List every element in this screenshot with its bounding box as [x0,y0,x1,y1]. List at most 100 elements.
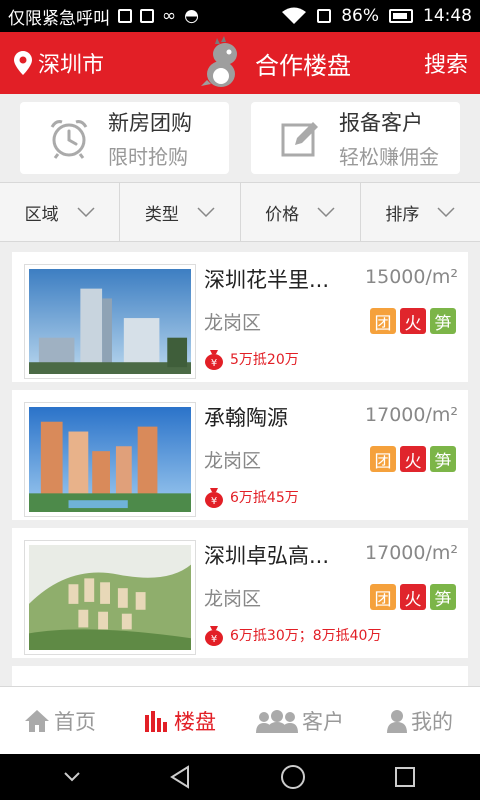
report-client-card[interactable]: 报备客户 轻松赚佣金 [251,102,460,174]
listing-price: 17000/m² [365,542,458,564]
listing-photo [24,402,196,517]
nav-home[interactable]: 首页 [0,687,120,754]
deal-text: 6万抵30万；8万抵40万 [230,628,382,644]
group-buy-tag: 团 [370,308,396,334]
group-buy-text: 新房团购 限时抢购 [108,107,192,170]
bargain-tag: 笋 [430,446,456,472]
listing-photo [24,264,196,379]
listing-name: 深圳卓弘高... [204,544,330,568]
hot-tag: 火 [400,308,426,334]
listing-tags: 团 火 笋 [370,308,456,334]
listing-tags: 团 火 笋 [370,584,456,610]
filter-price-label: 价格 [265,204,300,225]
group-buy-title: 新房团购 [108,110,192,135]
page-title: 合作楼盘 [255,51,351,80]
filter-sort[interactable]: 排序 [361,183,480,241]
android-notification-icon: ◓ [184,6,200,26]
wifi-icon [281,7,307,25]
deal-text: 6万抵45万 [230,490,299,506]
dinosaur-mascot-icon [201,36,237,87]
bottom-nav: 首页 楼盘 客户 我的 [0,686,480,754]
person-icon [387,709,407,733]
sim-notification-icon [140,9,154,23]
filter-area-label: 区域 [24,204,59,225]
home-circle-icon[interactable] [280,764,306,790]
listing-district: 龙岗区 [204,588,262,610]
header-title-wrap: 合作楼盘 [150,36,400,90]
nav-me[interactable]: 我的 [360,687,480,754]
chevron-down-icon [197,207,215,217]
list-item[interactable]: 深圳卓弘高... 17000/m² 龙岗区 团 火 笋 ¥ 6万抵30万；8万抵… [12,528,468,658]
edit-icon [281,122,318,157]
bargain-tag: 笋 [430,308,456,334]
alarm-clock-icon [50,120,88,159]
city-selector[interactable]: 深圳市 [0,47,150,79]
filter-type-label: 类型 [144,204,179,225]
status-right: 86% 14:48 [281,6,472,26]
filter-price[interactable]: 价格 [241,183,361,241]
home-icon [25,709,49,732]
filter-area[interactable]: 区域 [0,183,121,241]
listing-district: 龙岗区 [204,450,262,472]
nav-properties-label: 楼盘 [174,709,216,734]
listing-tags: 团 火 笋 [370,446,456,472]
group-buy-tag: 团 [370,446,396,472]
location-pin-icon [14,51,32,75]
listing-photo [24,540,196,655]
clock: 14:48 [423,6,472,26]
chevron-down-icon[interactable] [64,772,80,782]
nav-properties[interactable]: 楼盘 [120,687,240,754]
deal-text: 5万抵20万 [230,352,299,368]
link-notification-icon: ∞ [162,6,177,26]
city-name: 深圳市 [38,53,105,78]
listing-deal: ¥ 6万抵45万 [204,486,299,508]
svg-text:¥: ¥ [211,634,217,645]
status-bar: 仅限紧急呼叫 ∞ ◓ 86% 14:48 [0,0,480,32]
nav-clients[interactable]: 客户 [240,687,360,754]
image-notification-icon [118,9,132,23]
listing-price: 15000/m² [365,266,458,288]
hot-tag: 火 [400,584,426,610]
hot-tag: 火 [400,446,426,472]
filter-sort-label: 排序 [385,204,420,225]
chevron-down-icon [77,207,95,217]
listing-deal: ¥ 5万抵20万 [204,348,299,370]
nav-clients-label: 客户 [302,709,344,734]
listing-price: 17000/m² [365,404,458,426]
search-button[interactable]: 搜索 [400,47,480,79]
report-client-subtitle: 轻松赚佣金 [339,144,439,169]
list-item-partial[interactable] [12,666,468,686]
status-left: 仅限紧急呼叫 ∞ ◓ [8,4,281,29]
system-nav-bar [0,754,480,800]
chevron-down-icon [437,207,455,217]
bar-chart-icon [145,710,167,732]
group-buy-subtitle: 限时抢购 [108,144,188,169]
filter-type[interactable]: 类型 [120,183,241,241]
svg-text:¥: ¥ [211,358,217,369]
carrier-text: 仅限紧急呼叫 [8,8,110,29]
recent-apps-icon[interactable] [394,766,416,788]
nav-me-label: 我的 [411,709,453,734]
nav-home-label: 首页 [54,709,96,734]
filter-bar: 区域 类型 价格 排序 [0,182,480,242]
chevron-down-icon [317,207,335,217]
list-item[interactable]: 深圳花半里... 15000/m² 龙岗区 团 火 笋 ¥ 5万抵20万 [12,252,468,382]
money-bag-icon: ¥ [205,626,223,646]
back-icon[interactable] [168,765,192,789]
people-icon [256,709,298,733]
money-bag-icon: ¥ [205,350,223,370]
listing-name: 承翰陶源 [204,406,288,430]
battery-percent: 86% [341,6,379,26]
group-buy-card[interactable]: 新房团购 限时抢购 [20,102,229,174]
listing-district: 龙岗区 [204,312,262,334]
money-bag-icon: ¥ [205,488,223,508]
promo-section: 新房团购 限时抢购 报备客户 轻松赚佣金 [0,94,480,182]
listing-list[interactable]: 深圳花半里... 15000/m² 龙岗区 团 火 笋 ¥ 5万抵20万 承翰陶… [12,252,468,686]
battery-icon [389,9,413,23]
app-header: 深圳市 合作楼盘 搜索 [0,32,480,94]
listing-name: 深圳花半里... [204,268,330,292]
list-item[interactable]: 承翰陶源 17000/m² 龙岗区 团 火 笋 ¥ 6万抵45万 [12,390,468,520]
sim-icon [317,9,332,23]
svg-text:¥: ¥ [211,496,217,507]
bargain-tag: 笋 [430,584,456,610]
